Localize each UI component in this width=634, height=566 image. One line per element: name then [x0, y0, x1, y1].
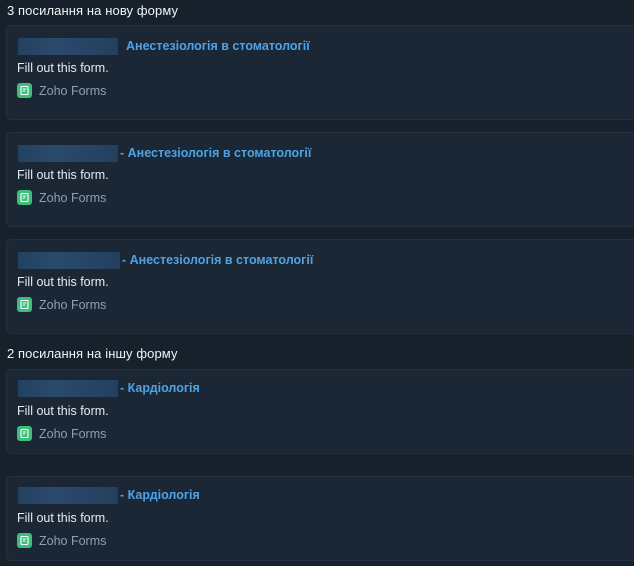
- zoho-forms-icon: [17, 533, 32, 548]
- card-title-link[interactable]: - Анестезіологія в стоматології: [120, 146, 311, 160]
- zoho-forms-icon: [17, 426, 32, 441]
- card-description: Fill out this form.: [17, 168, 109, 182]
- redacted-text: [18, 251, 120, 269]
- card-source: Zoho Forms: [17, 297, 106, 312]
- card-source-label: Zoho Forms: [39, 297, 107, 312]
- link-preview-card[interactable]: - Анестезіологія в стоматології Fill out…: [6, 239, 634, 334]
- redacted-text: [18, 37, 118, 55]
- card-title-link[interactable]: - Кардіологія: [120, 488, 200, 502]
- card-description: Fill out this form.: [17, 404, 109, 418]
- card-source-label: Zoho Forms: [39, 533, 107, 548]
- card-source-label: Zoho Forms: [39, 426, 107, 441]
- card-source-label: Zoho Forms: [39, 83, 107, 98]
- link-preview-card[interactable]: - Анестезіологія в стоматології Fill out…: [6, 132, 634, 227]
- zoho-forms-icon: [17, 83, 32, 98]
- card-description: Fill out this form.: [17, 61, 109, 75]
- card-title-link[interactable]: - Анестезіологія в стоматології: [122, 253, 313, 267]
- card-source: Zoho Forms: [17, 83, 106, 98]
- link-preview-card[interactable]: - Кардіологія Fill out this form. Zoho F…: [6, 369, 634, 454]
- card-source: Zoho Forms: [17, 533, 106, 548]
- card-title-link[interactable]: Анестезіологія в стоматології: [126, 39, 310, 53]
- redacted-text: [18, 379, 118, 397]
- section-heading-new-form: 3 посилання на нову форму: [7, 3, 179, 18]
- link-preview-card[interactable]: Анестезіологія в стоматології Fill out t…: [6, 25, 634, 120]
- card-source: Zoho Forms: [17, 190, 106, 205]
- redacted-text: [18, 486, 118, 504]
- card-title-link[interactable]: - Кардіологія: [120, 381, 200, 395]
- card-description: Fill out this form.: [17, 511, 109, 525]
- zoho-forms-icon: [17, 190, 32, 205]
- card-description: Fill out this form.: [17, 275, 109, 289]
- redacted-text: [18, 144, 118, 162]
- card-source-label: Zoho Forms: [39, 190, 107, 205]
- link-preview-card[interactable]: - Кардіологія Fill out this form. Zoho F…: [6, 476, 634, 561]
- zoho-forms-icon: [17, 297, 32, 312]
- section-heading-other-form: 2 посилання на іншу форму: [7, 346, 178, 361]
- card-source: Zoho Forms: [17, 426, 106, 441]
